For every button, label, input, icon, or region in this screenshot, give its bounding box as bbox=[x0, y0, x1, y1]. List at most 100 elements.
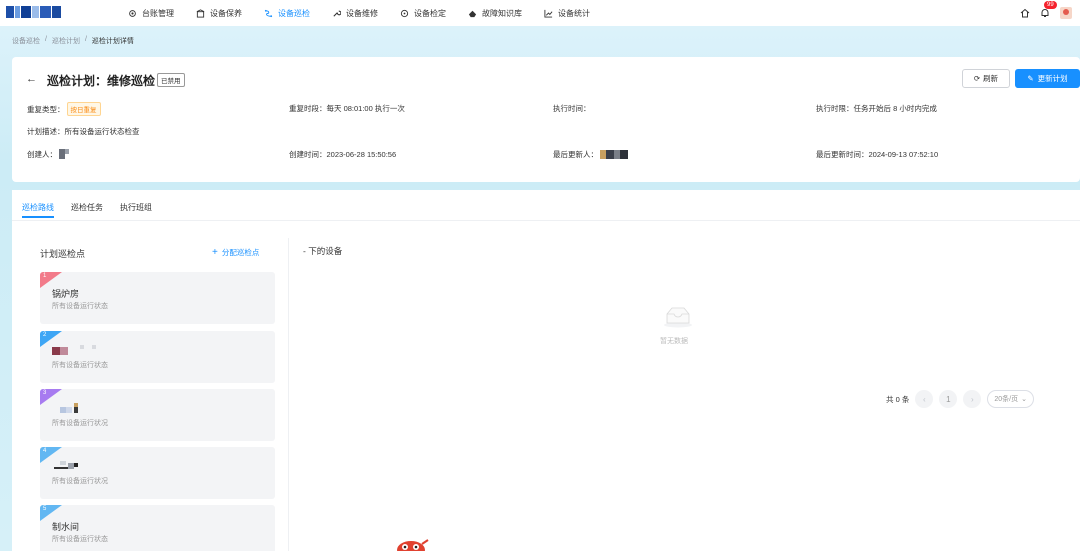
main-nav: 台账管理 设备保养 设备巡检 设备维修 设备检定 故障知识库 设备统计 bbox=[128, 0, 612, 26]
company-logo[interactable] bbox=[6, 6, 61, 18]
repeat-type-label: 重复类型： bbox=[27, 105, 65, 114]
update-plan-label: 更新计划 bbox=[1037, 74, 1068, 83]
nav-item-knowledge-base[interactable]: 故障知识库 bbox=[468, 0, 522, 26]
creator-field: 创建人： bbox=[27, 149, 70, 161]
nav-item-inspection[interactable]: 设备巡检 bbox=[264, 0, 310, 26]
breadcrumb-separator: / bbox=[84, 36, 87, 43]
next-page-button[interactable]: › bbox=[963, 390, 982, 408]
prev-page-button[interactable]: ‹ bbox=[915, 390, 934, 408]
nav-item-repair[interactable]: 设备维修 bbox=[332, 0, 378, 26]
empty-text: 暂无数据 bbox=[660, 338, 688, 345]
pagination: 共 0 条 ‹ 1 › 20条/页 ⌄ bbox=[886, 390, 1034, 408]
status-badge: 已禁用 bbox=[157, 73, 185, 87]
notification-bell-icon[interactable]: 99 bbox=[1040, 1, 1057, 18]
point-description: 所有设备运行状况 bbox=[52, 478, 108, 485]
wrench-icon bbox=[332, 9, 341, 18]
point-description: 所有设备运行状态 bbox=[52, 362, 108, 369]
tab-divider bbox=[12, 220, 1080, 221]
creator-label: 创建人： bbox=[27, 150, 57, 159]
nav-item-label: 故障知识库 bbox=[482, 8, 522, 18]
inspection-point-card[interactable]: 5 制水间 所有设备运行状态 bbox=[40, 505, 275, 551]
point-name-blurred bbox=[52, 345, 102, 357]
nav-item-maintenance[interactable]: 设备保养 bbox=[196, 0, 242, 26]
point-name-blurred bbox=[52, 461, 92, 473]
refresh-button-label: 刷新 bbox=[983, 74, 999, 83]
chart-icon bbox=[544, 9, 553, 18]
user-avatar[interactable] bbox=[1060, 7, 1072, 19]
exec-time-field: 执行时间： bbox=[553, 104, 591, 113]
tab-team[interactable]: 执行班组 bbox=[120, 190, 152, 220]
assign-points-button[interactable]: + 分配巡检点 bbox=[212, 247, 259, 258]
nav-item-ledger[interactable]: 台账管理 bbox=[128, 0, 174, 26]
tabs-panel: 巡检路线 巡检任务 执行班组 计划巡检点 + 分配巡检点 1 锅炉房 所有设备运… bbox=[12, 190, 1080, 551]
nav-item-label: 设备保养 bbox=[210, 8, 242, 18]
breadcrumb-current: 巡检计划详情 bbox=[91, 38, 134, 45]
nav-item-label: 设备统计 bbox=[558, 8, 590, 18]
breadcrumb: 设备巡检 / 巡检计划 / 巡检计划详情 bbox=[12, 36, 134, 46]
breadcrumb-item[interactable]: 巡检计划 bbox=[52, 36, 80, 46]
point-description: 所有设备运行状况 bbox=[52, 420, 108, 427]
last-updater-label: 最后更新人： bbox=[553, 150, 598, 159]
inspection-point-card[interactable]: 1 锅炉房 所有设备运行状态 bbox=[40, 272, 275, 324]
repeat-type-field: 重复类型： 按日重复 bbox=[27, 102, 101, 116]
creator-avatar-blurred bbox=[59, 149, 70, 161]
nav-item-label: 设备维修 bbox=[346, 8, 378, 18]
target-icon bbox=[400, 9, 409, 18]
update-plan-button[interactable]: ✎ 更新计划 bbox=[1015, 69, 1080, 88]
inspection-point-card[interactable]: 3 所有设备运行状况 bbox=[40, 389, 275, 441]
plan-description-field: 计划描述：所有设备运行状态检查 bbox=[27, 127, 140, 136]
point-description: 所有设备运行状态 bbox=[52, 303, 108, 310]
mascot-image bbox=[397, 539, 429, 551]
tab-route[interactable]: 巡检路线 bbox=[22, 190, 54, 220]
point-index-corner: 1 bbox=[40, 272, 62, 288]
created-time-field: 创建时间：2023-06-28 15:50:56 bbox=[289, 150, 397, 159]
empty-box-icon bbox=[664, 307, 692, 328]
points-panel-title: 计划巡检点 bbox=[40, 249, 86, 259]
point-name: 锅炉房 bbox=[52, 289, 80, 299]
nav-item-statistics[interactable]: 设备统计 bbox=[544, 0, 590, 26]
route-icon bbox=[264, 9, 273, 18]
assign-points-label: 分配巡检点 bbox=[221, 248, 260, 257]
inspection-point-card[interactable]: 4 所有设备运行状况 bbox=[40, 447, 275, 499]
notification-badge: 99 bbox=[1044, 1, 1057, 9]
last-updater-blurred bbox=[600, 149, 629, 161]
nav-item-label: 台账管理 bbox=[142, 8, 174, 18]
building-icon bbox=[196, 8, 205, 18]
refresh-button[interactable]: ⟳ 刷新 bbox=[962, 69, 1010, 88]
nav-item-label: 设备检定 bbox=[414, 8, 446, 18]
page-title: 巡检计划：维修巡检 bbox=[47, 74, 156, 88]
nav-item-calibration[interactable]: 设备检定 bbox=[400, 0, 446, 26]
panel-divider bbox=[288, 238, 289, 551]
home-icon[interactable] bbox=[1020, 8, 1030, 18]
breadcrumb-separator: / bbox=[45, 36, 47, 43]
tab-bar: 巡检路线 巡检任务 执行班组 bbox=[22, 190, 152, 220]
plus-icon: + bbox=[212, 247, 218, 258]
point-index-corner: 5 bbox=[40, 505, 62, 521]
top-navigation-bar: 台账管理 设备保养 设备巡检 设备维修 设备检定 故障知识库 设备统计 99 bbox=[0, 0, 1080, 26]
refresh-icon: ⟳ bbox=[973, 74, 981, 83]
pagination-total: 共 0 条 bbox=[886, 394, 910, 404]
page-size-value: 20条/页 bbox=[994, 396, 1019, 403]
repeat-type-tag: 按日重复 bbox=[66, 102, 101, 116]
top-right-actions: 99 bbox=[1020, 0, 1072, 26]
gear-icon bbox=[128, 9, 137, 18]
exec-limit-field: 执行时限：任务开始后 8 小时内完成 bbox=[816, 104, 937, 113]
point-description: 所有设备运行状态 bbox=[52, 536, 108, 543]
tab-tasks[interactable]: 巡检任务 bbox=[71, 190, 103, 220]
back-arrow-icon[interactable]: ← bbox=[26, 73, 37, 85]
knowledge-icon bbox=[468, 9, 477, 18]
point-name-blurred bbox=[52, 403, 92, 415]
last-updater-field: 最后更新人： bbox=[553, 149, 629, 161]
breadcrumb-item[interactable]: 设备巡检 bbox=[12, 36, 40, 46]
edit-icon: ✎ bbox=[1027, 74, 1034, 83]
nav-item-label: 设备巡检 bbox=[278, 8, 310, 18]
repeat-time-field: 重复时段：每天 08:01:00 执行一次 bbox=[289, 104, 405, 113]
inspection-point-card[interactable]: 2 所有设备运行状态 bbox=[40, 331, 275, 383]
page-number-button[interactable]: 1 bbox=[939, 390, 958, 408]
plan-detail-card: ← 巡检计划：维修巡检 已禁用 ⟳ 刷新 ✎ 更新计划 重复类型： 按日重复 重复… bbox=[12, 57, 1080, 182]
chevron-down-icon: ⌄ bbox=[1021, 396, 1027, 403]
point-name: 制水间 bbox=[52, 522, 80, 532]
last-updated-time-field: 最后更新时间：2024-09-13 07:52:10 bbox=[816, 150, 939, 159]
devices-panel-title: - 下的设备 bbox=[303, 246, 343, 256]
page-size-select[interactable]: 20条/页 ⌄ bbox=[987, 390, 1034, 408]
